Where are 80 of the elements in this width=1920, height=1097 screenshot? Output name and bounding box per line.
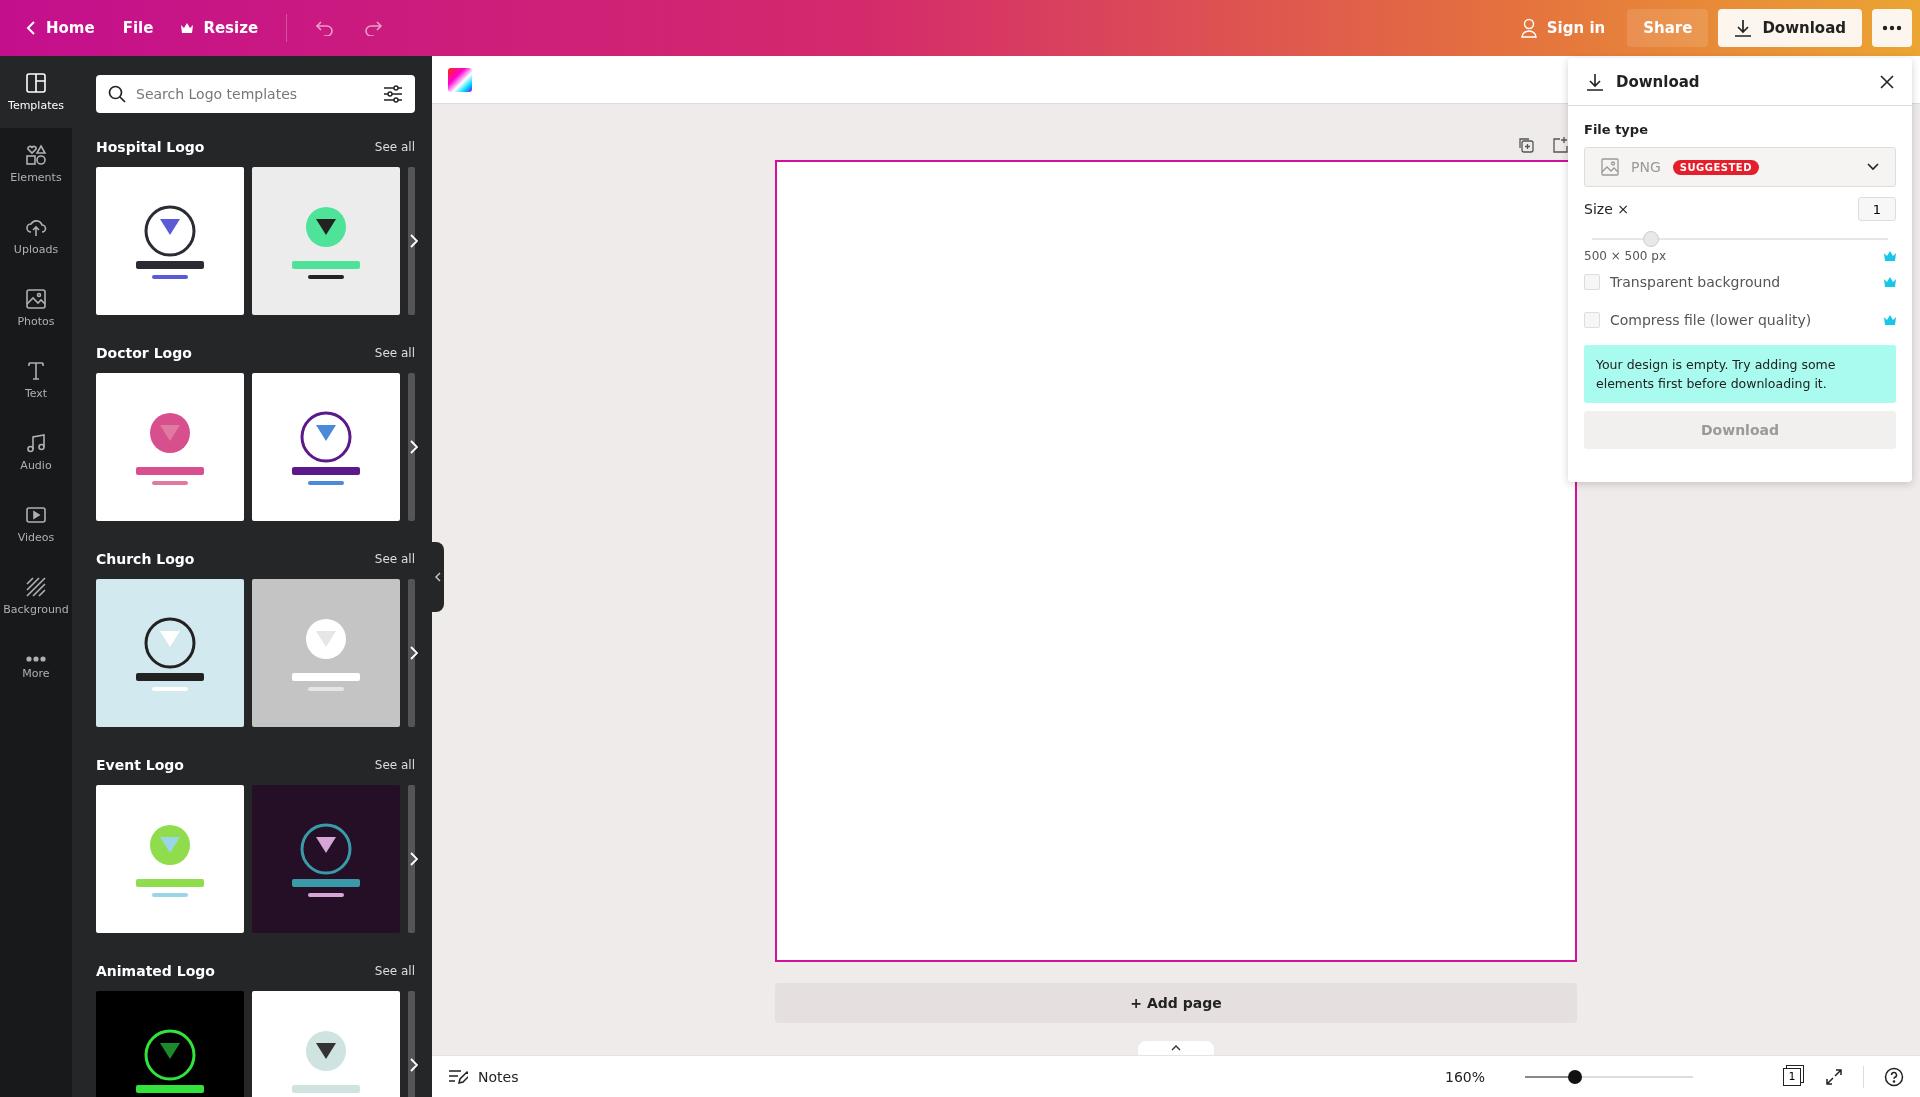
checkbox[interactable]: [1584, 274, 1600, 290]
duplicate-page-icon[interactable]: [1517, 136, 1535, 154]
text-icon: [25, 360, 47, 382]
add-page-icon[interactable]: [1551, 136, 1569, 154]
music-note-icon: [25, 432, 47, 454]
download-icon: [1734, 19, 1753, 37]
size-input[interactable]: 1: [1858, 197, 1896, 221]
stripes-icon: [25, 576, 47, 598]
zoom-slider-thumb[interactable]: [1568, 1069, 1583, 1084]
chevron-right-icon: [408, 646, 418, 660]
chevron-up-icon: [1171, 1045, 1181, 1051]
rail-item[interactable]: Uploads: [0, 200, 72, 272]
zoom-percentage: 160%: [1444, 1068, 1485, 1085]
help-icon[interactable]: [1884, 1066, 1904, 1087]
chevron-down-icon: [1867, 163, 1879, 171]
crown-icon: [1884, 315, 1896, 325]
search-field[interactable]: Search Logo templates: [96, 75, 415, 113]
chevron-right-icon: [408, 440, 418, 454]
chevron-left-icon: [435, 572, 441, 582]
chevron-right-icon: [408, 1058, 418, 1072]
back-chevron-icon: [26, 20, 36, 36]
rail-item[interactable]: More: [0, 632, 72, 704]
empty-design-notice: Your design is empty. Try adding some elements first before downloading it.: [1584, 345, 1896, 403]
chevron-right-icon: [408, 852, 418, 866]
see-all-link[interactable]: See all: [374, 758, 415, 772]
crown-icon: [1884, 277, 1896, 287]
rail-item[interactable]: Photos: [0, 272, 72, 344]
chevron-right-icon: [408, 234, 418, 248]
close-icon[interactable]: [1880, 74, 1894, 89]
suggested-badge: SUGGESTED: [1672, 159, 1759, 175]
popover-title: Download: [1616, 72, 1700, 91]
file-type-dropdown[interactable]: PNG SUGGESTED: [1584, 147, 1896, 187]
notes-button[interactable]: Notes: [448, 1068, 519, 1085]
shapes-icon: [25, 144, 47, 166]
fullscreen-icon[interactable]: [1825, 1067, 1843, 1086]
page-count-button[interactable]: 1: [1783, 1067, 1801, 1086]
more-icon: [1882, 25, 1902, 31]
dimensions-text: 500 × 500 px: [1584, 249, 1667, 263]
layout-icon: [25, 72, 47, 94]
checkbox[interactable]: [1584, 312, 1600, 328]
option-label: Transparent background: [1610, 274, 1781, 290]
section-title: Animated Logo: [96, 963, 215, 979]
rail-item[interactable]: Templates: [0, 56, 72, 128]
section-title: Doctor Logo: [96, 345, 192, 361]
redo-icon[interactable]: [363, 20, 384, 36]
rail-item[interactable]: Elements: [0, 128, 72, 200]
image-icon: [25, 288, 47, 310]
rail-item[interactable]: Videos: [0, 488, 72, 560]
filter-icon[interactable]: [383, 85, 403, 103]
rail-item[interactable]: Text: [0, 344, 72, 416]
file-menu[interactable]: File: [110, 9, 166, 47]
see-all-link[interactable]: See all: [374, 346, 415, 360]
more-button[interactable]: [1872, 9, 1912, 47]
crown-icon: [181, 23, 194, 33]
user-icon: [1520, 18, 1537, 38]
section-title: Event Logo: [96, 757, 184, 773]
collapse-panel-button[interactable]: [432, 542, 444, 612]
color-picker-icon[interactable]: [448, 67, 472, 92]
crown-icon: [1884, 251, 1896, 261]
size-slider-thumb[interactable]: [1643, 231, 1660, 247]
see-all-link[interactable]: See all: [374, 552, 415, 566]
download-button[interactable]: Download: [1718, 9, 1862, 47]
size-label: Size ×: [1584, 201, 1629, 217]
image-icon: [1601, 158, 1619, 176]
section-title: Church Logo: [96, 551, 195, 567]
see-all-link[interactable]: See all: [374, 140, 415, 154]
file-type-label: File type: [1584, 122, 1649, 137]
download-icon: [1586, 72, 1604, 91]
home-button[interactable]: Home: [14, 9, 107, 47]
see-all-link[interactable]: See all: [374, 964, 415, 978]
video-icon: [25, 504, 47, 526]
resize-button[interactable]: Resize: [169, 9, 271, 47]
option-label: Compress file (lower quality): [1610, 312, 1812, 328]
add-page-button[interactable]: + Add page: [775, 983, 1577, 1023]
more-icon: [25, 656, 47, 662]
section-title: Hospital Logo: [96, 139, 205, 155]
undo-icon[interactable]: [315, 20, 336, 36]
notes-icon: [448, 1068, 468, 1085]
rail-item[interactable]: Audio: [0, 416, 72, 488]
rail-item[interactable]: Background: [0, 560, 72, 632]
